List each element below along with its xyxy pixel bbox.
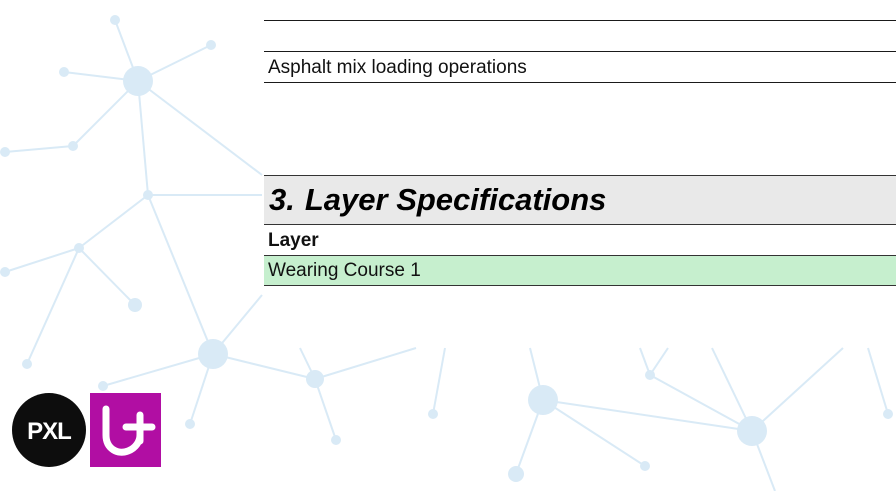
ucll-logo xyxy=(90,393,161,467)
layer-label: Layer xyxy=(268,230,319,251)
pxl-logo-mark: PXL xyxy=(27,418,72,445)
section-number: 3. xyxy=(269,182,295,217)
layer-value-cell[interactable]: Wearing Course 1 xyxy=(264,255,896,286)
pxl-logo: PXL xyxy=(12,393,86,467)
pxl-logo-text: PXL xyxy=(27,418,71,445)
slide-canvas: Asphalt mix loading operations 3. Layer S… xyxy=(0,0,896,491)
row-border xyxy=(264,20,896,21)
section-title: Layer Specifications xyxy=(304,182,607,217)
ucll-logo-mark xyxy=(102,405,156,456)
loading-operations-row: Asphalt mix loading operations xyxy=(268,57,527,78)
section-header: 3. Layer Specifications xyxy=(264,175,896,225)
row-border xyxy=(264,82,896,83)
row-border xyxy=(264,51,896,52)
